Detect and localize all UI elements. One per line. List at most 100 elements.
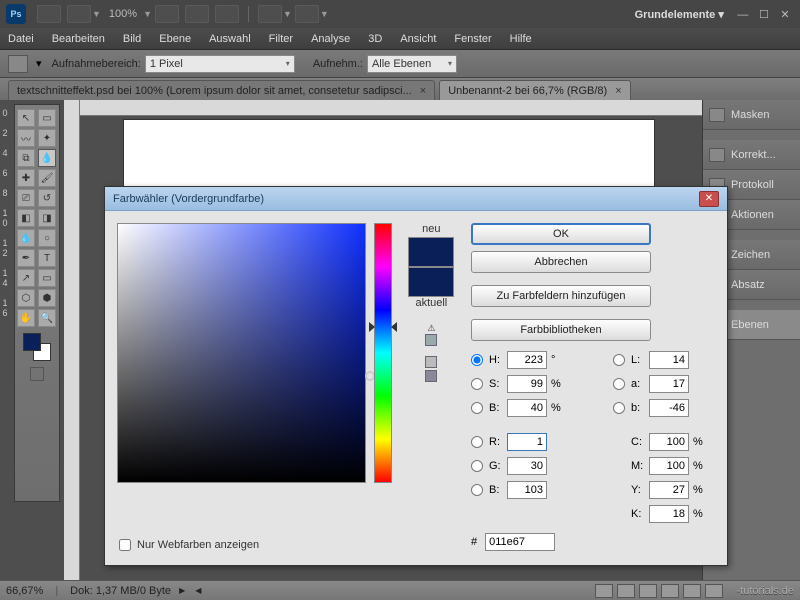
gradient-tool[interactable]: ◨ xyxy=(38,209,56,227)
quickmask-toggle[interactable] xyxy=(30,367,44,381)
type-tool[interactable]: T xyxy=(38,249,56,267)
bl-radio[interactable] xyxy=(613,402,625,414)
h-radio[interactable] xyxy=(471,354,483,366)
status-icon[interactable] xyxy=(705,584,723,598)
hue-slider[interactable] xyxy=(374,223,391,483)
bv-input[interactable] xyxy=(507,481,547,499)
hand-icon[interactable] xyxy=(155,5,179,23)
l-radio[interactable] xyxy=(613,354,625,366)
add-swatch-button[interactable]: Zu Farbfeldern hinzufügen xyxy=(471,285,651,307)
r-radio[interactable] xyxy=(471,436,483,448)
shape-tool[interactable]: ▭ xyxy=(38,269,56,287)
c-input[interactable] xyxy=(649,433,689,451)
bh-input[interactable] xyxy=(507,399,547,417)
crop-tool[interactable]: ⧉ xyxy=(17,149,35,167)
minimize-button[interactable]: — xyxy=(736,9,750,21)
menu-hilfe[interactable]: Hilfe xyxy=(510,33,532,45)
pen-tool[interactable]: ✒ xyxy=(17,249,35,267)
marquee-tool[interactable]: ▭ xyxy=(38,109,56,127)
status-icon[interactable] xyxy=(639,584,657,598)
panel-masken[interactable]: Masken xyxy=(703,100,800,130)
color-field[interactable] xyxy=(117,223,366,483)
heal-tool[interactable]: ✚ xyxy=(17,169,35,187)
bl-input[interactable] xyxy=(649,399,689,417)
s-input[interactable] xyxy=(507,375,547,393)
workspace-switcher[interactable]: Grundelemente ▾ xyxy=(635,8,724,21)
web-colors-checkbox[interactable]: Nur Webfarben anzeigen xyxy=(119,539,259,551)
3d-tool[interactable]: ⬡ xyxy=(17,289,35,307)
menu-filter[interactable]: Filter xyxy=(269,33,293,45)
menu-datei[interactable]: Datei xyxy=(8,33,34,45)
tab-document-2[interactable]: Unbenannt-2 bei 66,7% (RGB/8)× xyxy=(439,80,630,100)
fg-color[interactable] xyxy=(23,333,41,351)
eraser-tool[interactable]: ◧ xyxy=(17,209,35,227)
bv-radio[interactable] xyxy=(471,484,483,496)
hand-tool[interactable]: ✋ xyxy=(17,309,35,327)
menu-bild[interactable]: Bild xyxy=(123,33,141,45)
eyedropper-tool[interactable]: 💧 xyxy=(38,149,56,167)
tab-document-1[interactable]: textschnitteffekt.psd bei 100% (Lorem ip… xyxy=(8,80,435,100)
y-input[interactable] xyxy=(649,481,689,499)
s-radio[interactable] xyxy=(471,378,483,390)
zoom-tool[interactable]: 🔍 xyxy=(38,309,56,327)
bridge-icon[interactable] xyxy=(37,5,61,23)
close-icon[interactable]: × xyxy=(615,85,621,97)
panel-korrekturen[interactable]: Korrekt... xyxy=(703,140,800,170)
menu-analyse[interactable]: Analyse xyxy=(311,33,350,45)
menu-auswahl[interactable]: Auswahl xyxy=(209,33,251,45)
3d-cam-tool[interactable]: ⬢ xyxy=(38,289,56,307)
bh-radio[interactable] xyxy=(471,402,483,414)
r-input[interactable] xyxy=(507,433,547,451)
a-input[interactable] xyxy=(649,375,689,393)
status-doc[interactable]: Dok: 1,37 MB/0 Byte xyxy=(70,585,171,597)
history-tool[interactable]: ↺ xyxy=(38,189,56,207)
blur-tool[interactable]: 💧 xyxy=(17,229,35,247)
menu-3d[interactable]: 3D xyxy=(368,33,382,45)
path-tool[interactable]: ↗ xyxy=(17,269,35,287)
sample-layers-dropdown[interactable]: Alle Ebenen▾ xyxy=(367,55,457,73)
wand-tool[interactable]: ✦ xyxy=(38,129,56,147)
close-button[interactable]: ✕ xyxy=(778,8,792,21)
ok-button[interactable]: OK xyxy=(471,223,651,245)
menu-ansicht[interactable]: Ansicht xyxy=(400,33,436,45)
move-tool[interactable]: ↖ xyxy=(17,109,35,127)
sample-size-dropdown[interactable]: 1 Pixel▾ xyxy=(145,55,295,73)
menu-bearbeiten[interactable]: Bearbeiten xyxy=(52,33,105,45)
cancel-button[interactable]: Abbrechen xyxy=(471,251,651,273)
zoom-icon[interactable] xyxy=(185,5,209,23)
dodge-tool[interactable]: ○ xyxy=(38,229,56,247)
close-icon[interactable]: ✕ xyxy=(699,191,719,207)
status-icon[interactable] xyxy=(595,584,613,598)
warning-icon[interactable]: ⚠ xyxy=(425,323,437,348)
maximize-button[interactable]: ☐ xyxy=(757,8,771,21)
menu-ebene[interactable]: Ebene xyxy=(159,33,191,45)
status-icon[interactable] xyxy=(683,584,701,598)
a-radio[interactable] xyxy=(613,378,625,390)
menu-fenster[interactable]: Fenster xyxy=(454,33,491,45)
m-input[interactable] xyxy=(649,457,689,475)
dialog-title-bar[interactable]: Farbwähler (Vordergrundfarbe) ✕ xyxy=(105,187,727,211)
cube-icon[interactable] xyxy=(425,356,437,384)
rotate-icon[interactable] xyxy=(215,5,239,23)
eyedropper-icon[interactable] xyxy=(8,55,28,73)
h-input[interactable] xyxy=(507,351,547,369)
current-color-swatch[interactable] xyxy=(408,267,454,297)
color-swatches[interactable] xyxy=(23,333,51,361)
hex-input[interactable] xyxy=(485,533,555,551)
k-input[interactable] xyxy=(649,505,689,523)
status-icon[interactable] xyxy=(661,584,679,598)
lasso-tool[interactable]: 〰 xyxy=(17,129,35,147)
brush-tool[interactable]: 🖌 xyxy=(38,169,56,187)
close-icon[interactable]: × xyxy=(420,85,426,97)
zoom-label[interactable]: 100% xyxy=(109,8,137,20)
color-libraries-button[interactable]: Farbbibliotheken xyxy=(471,319,651,341)
g-radio[interactable] xyxy=(471,460,483,472)
arrange-icon[interactable] xyxy=(258,5,282,23)
view-icon[interactable] xyxy=(67,5,91,23)
status-zoom[interactable]: 66,67% xyxy=(6,585,43,597)
g-input[interactable] xyxy=(507,457,547,475)
stamp-tool[interactable]: ⎚ xyxy=(17,189,35,207)
l-input[interactable] xyxy=(649,351,689,369)
screen-icon[interactable] xyxy=(295,5,319,23)
status-icon[interactable] xyxy=(617,584,635,598)
